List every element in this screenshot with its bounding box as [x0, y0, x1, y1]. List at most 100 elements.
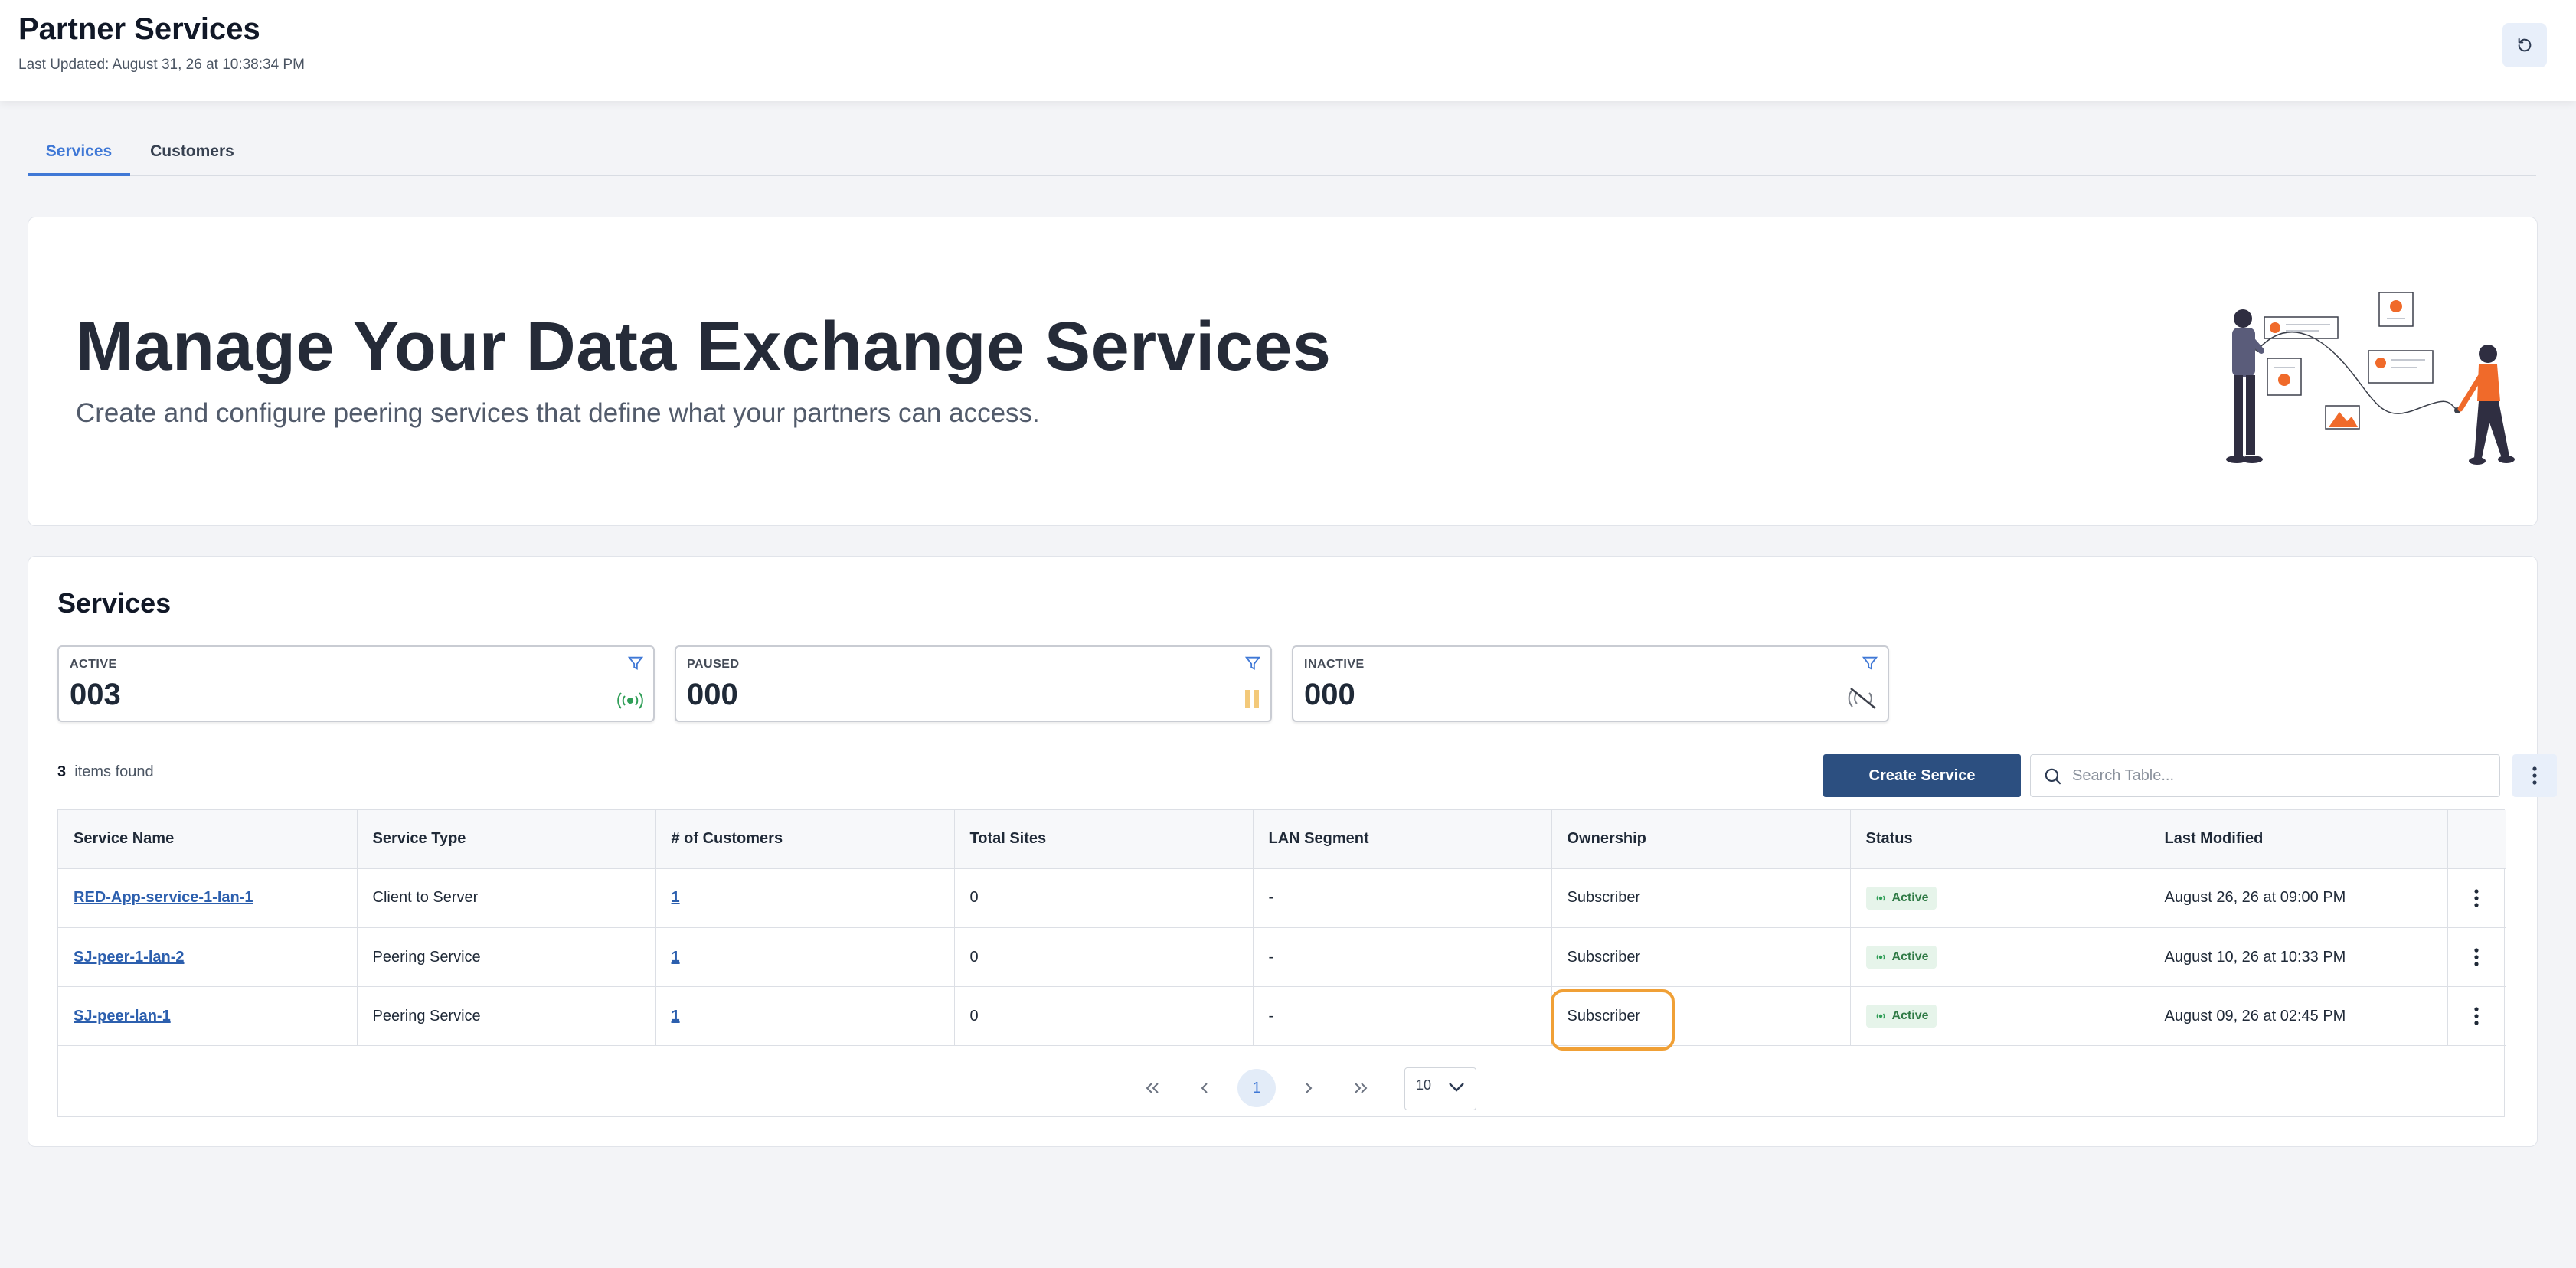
table-options-button[interactable] — [2512, 754, 2557, 797]
table-row: SJ-peer-1-lan-2 Peering Service 1 0 - Su… — [58, 927, 2506, 987]
search-icon — [2045, 768, 2061, 785]
total-sites-cell: 0 — [954, 868, 1254, 928]
refresh-button[interactable] — [2502, 23, 2547, 67]
last-page-button[interactable] — [1342, 1069, 1380, 1107]
page-size-value: 10 — [1416, 1077, 1432, 1093]
services-table: Service Name Service Type # of Customers… — [57, 809, 2506, 1117]
vertical-dots-icon — [2474, 888, 2479, 907]
signal-off-icon — [1848, 688, 1876, 709]
column-header[interactable]: Service Type — [357, 810, 656, 869]
items-label: items found — [74, 763, 154, 780]
column-header[interactable]: Last Modified — [2149, 810, 2448, 869]
status-badge: Active — [1865, 886, 1937, 910]
items-found-text: 3 items found — [57, 763, 154, 781]
vertical-dots-icon — [2474, 1006, 2479, 1025]
tab-services[interactable]: Services — [28, 123, 130, 176]
table-row: RED-App-service-1-lan-1 Client to Server… — [58, 868, 2506, 928]
stat-value: 003 — [70, 678, 121, 711]
filter-icon[interactable] — [1862, 655, 1878, 672]
stat-card-inactive[interactable]: INACTIVE 000 — [1292, 645, 1889, 722]
column-header[interactable]: LAN Segment — [1253, 810, 1552, 869]
last-updated-text: Last Updated: August 31, 26 at 10:38:34 … — [18, 57, 305, 73]
status-badge: Active — [1865, 1005, 1937, 1028]
signal-icon — [617, 692, 643, 709]
total-sites-cell: 0 — [954, 986, 1254, 1046]
vertical-dots-icon — [2532, 766, 2537, 785]
ownership-cell: Subscriber — [1551, 868, 1851, 928]
hero-title: Manage Your Data Exchange Services — [76, 309, 1332, 385]
column-header[interactable]: Status — [1850, 810, 2149, 869]
ownership-cell: Subscriber — [1551, 927, 1851, 987]
hero-subtitle: Create and configure peering services th… — [76, 398, 1040, 428]
stat-label: PAUSED — [687, 658, 740, 671]
row-actions-button[interactable] — [2447, 869, 2506, 928]
search-box — [2030, 754, 2500, 797]
top-bar: Partner Services Last Updated: August 31… — [0, 0, 2576, 101]
tab-bar: Services Customers — [28, 123, 2536, 176]
column-header[interactable]: # of Customers — [655, 810, 955, 869]
table-header-row: Service Name Service Type # of Customers… — [58, 810, 2506, 869]
last-modified-cell: August 26, 26 at 09:00 PM — [2149, 868, 2448, 928]
column-header[interactable]: Ownership — [1551, 810, 1851, 869]
row-actions-button[interactable] — [2447, 987, 2506, 1046]
first-page-button[interactable] — [1133, 1069, 1172, 1107]
last-modified-cell: August 09, 26 at 02:45 PM — [2149, 986, 2448, 1046]
column-header-actions — [2447, 810, 2506, 869]
page-size-select[interactable]: 10 — [1404, 1067, 1476, 1110]
page-title: Partner Services — [18, 12, 260, 46]
previous-page-button[interactable] — [1185, 1069, 1224, 1107]
vertical-dots-icon — [2474, 947, 2479, 966]
lan-segment-cell: - — [1253, 927, 1552, 987]
services-card: Services ACTIVE 003 PAUSED 000 INACTIVE … — [28, 556, 2557, 1147]
chevron-down-icon — [1449, 1083, 1464, 1092]
customers-count-link[interactable]: 1 — [672, 949, 680, 966]
hero-banner: Manage Your Data Exchange Services Creat… — [28, 217, 2538, 526]
services-section-title: Services — [57, 587, 172, 619]
status-text: Active — [1891, 950, 1929, 963]
service-name-link[interactable]: RED-App-service-1-lan-1 — [74, 889, 253, 906]
stat-label: ACTIVE — [70, 658, 117, 671]
page-number-button[interactable]: 1 — [1237, 1069, 1276, 1107]
service-type-cell: Peering Service — [357, 986, 656, 1046]
service-name-link[interactable]: SJ-peer-lan-1 — [74, 1008, 171, 1025]
row-actions-button[interactable] — [2447, 928, 2506, 987]
filter-icon[interactable] — [627, 655, 644, 672]
ownership-cell: Subscriber — [1550, 986, 1851, 1051]
lan-segment-cell: - — [1253, 868, 1552, 928]
table-row: SJ-peer-lan-1 Peering Service 1 0 - Subs… — [58, 986, 2506, 1051]
signal-icon — [1876, 1013, 1885, 1019]
status-badge: Active — [1865, 946, 1937, 969]
stat-label: INACTIVE — [1304, 658, 1365, 671]
service-name-link[interactable]: SJ-peer-1-lan-2 — [74, 949, 185, 966]
status-text: Active — [1891, 1009, 1929, 1022]
stat-card-paused[interactable]: PAUSED 000 — [675, 645, 1272, 722]
customers-count-link[interactable]: 1 — [672, 1008, 680, 1025]
last-modified-cell: August 10, 26 at 10:33 PM — [2149, 927, 2448, 987]
focus-highlight — [1550, 989, 1675, 1051]
tab-customers[interactable]: Customers — [142, 123, 242, 176]
chevron-right-icon — [1306, 1083, 1313, 1093]
signal-icon — [1876, 895, 1885, 901]
pause-icon — [1245, 690, 1259, 708]
signal-icon — [1876, 954, 1885, 960]
filter-icon[interactable] — [1244, 655, 1261, 672]
create-service-button[interactable]: Create Service — [1823, 754, 2021, 797]
items-count: 3 — [57, 763, 67, 780]
stat-value: 000 — [687, 678, 738, 711]
refresh-icon — [2518, 38, 2532, 52]
double-chevron-left-icon — [1146, 1083, 1159, 1093]
service-type-cell: Client to Server — [357, 868, 656, 928]
status-text: Active — [1891, 891, 1929, 904]
total-sites-cell: 0 — [954, 927, 1254, 987]
chevron-left-icon — [1201, 1083, 1208, 1093]
pagination: 1 10 — [58, 1058, 2506, 1116]
search-input[interactable] — [2072, 763, 2486, 789]
stat-card-active[interactable]: ACTIVE 003 — [57, 645, 655, 722]
double-chevron-right-icon — [1355, 1083, 1368, 1093]
stat-value: 000 — [1304, 678, 1355, 711]
column-header[interactable]: Total Sites — [954, 810, 1254, 869]
lan-segment-cell: - — [1253, 986, 1552, 1046]
next-page-button[interactable] — [1290, 1069, 1328, 1107]
customers-count-link[interactable]: 1 — [672, 889, 680, 906]
column-header[interactable]: Service Name — [58, 810, 358, 869]
